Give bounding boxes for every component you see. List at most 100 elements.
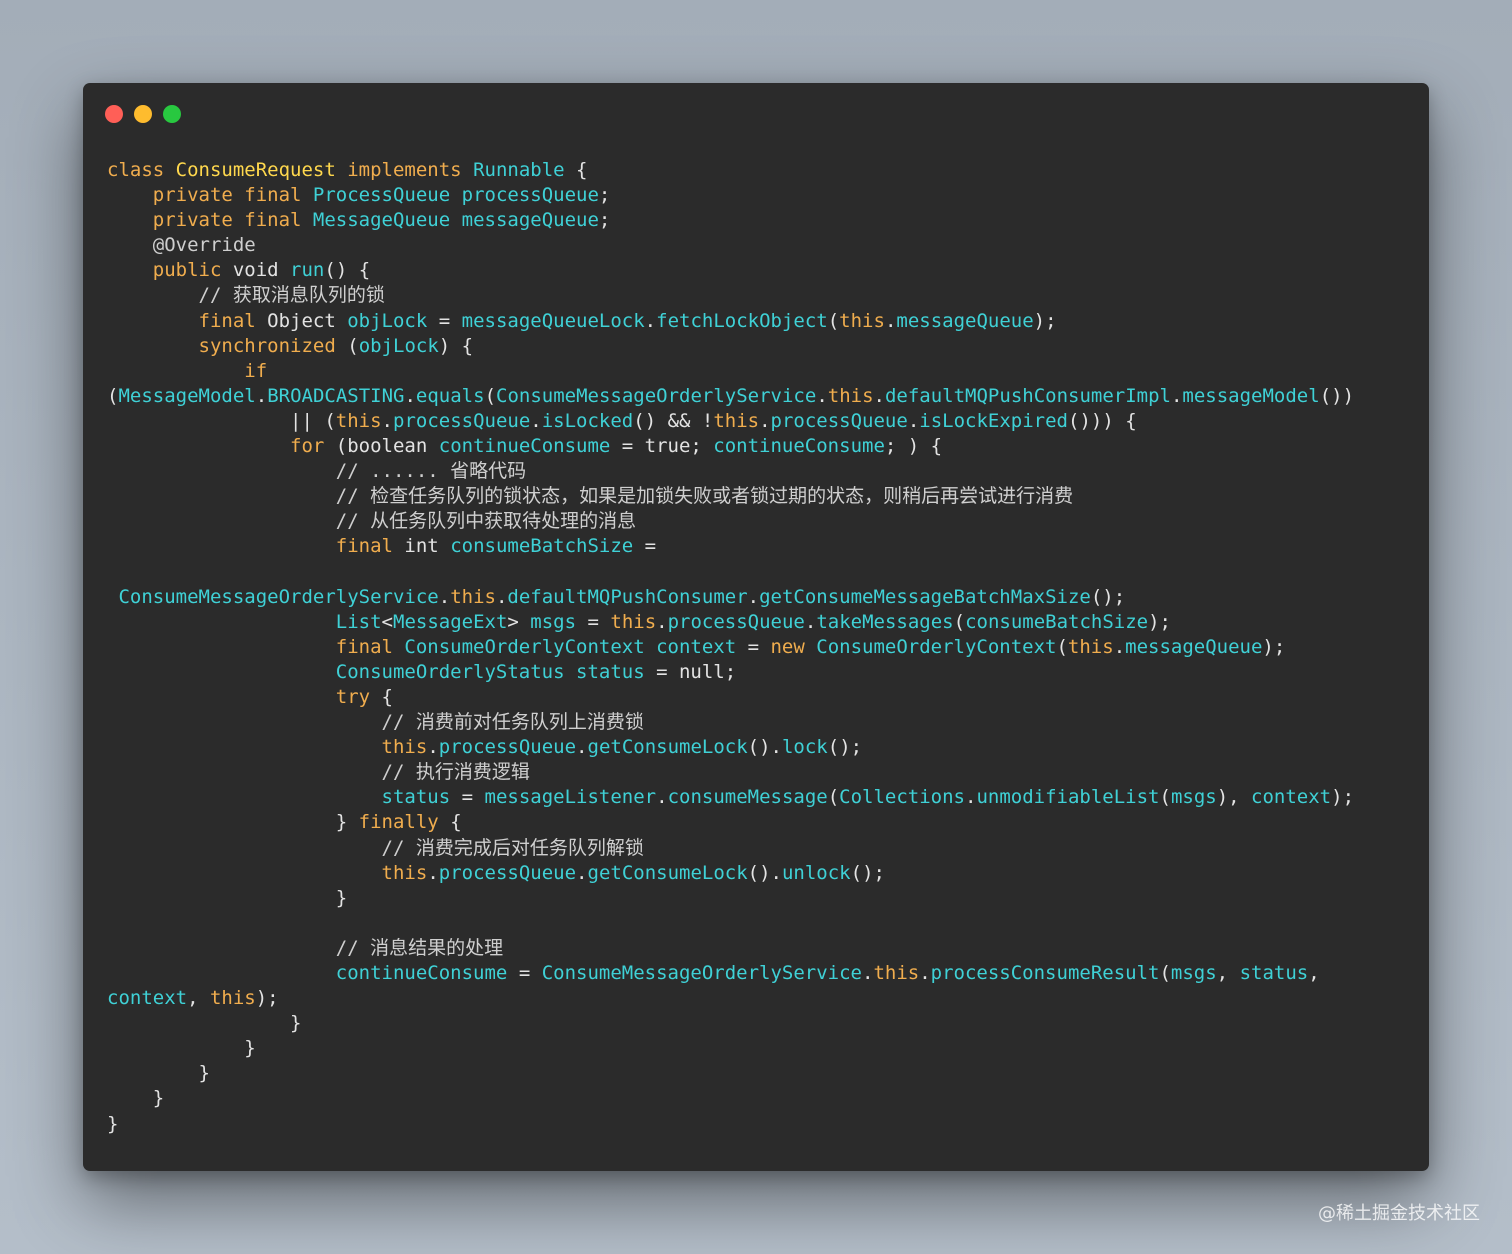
code-text: );: [1331, 786, 1355, 809]
code-line: ConsumeMessageOrderlyService.this.defaul…: [107, 585, 1417, 610]
code-identifier: unmodifiableList: [976, 786, 1160, 809]
code-identifier: defaultMQPushConsumer: [507, 585, 748, 608]
code-text: }: [107, 1012, 302, 1035]
code-line: public void run() {: [107, 258, 1417, 283]
code-text: .: [644, 309, 657, 332]
zoom-button[interactable]: [163, 105, 181, 123]
code-identifier: ProcessQueue processQueue: [312, 184, 599, 207]
code-line: || (this.processQueue.isLocked() && !thi…: [107, 409, 1417, 434]
code-line: ConsumeOrderlyStatus status = null;: [107, 660, 1417, 685]
code-line: private final MessageQueue messageQueue;: [107, 208, 1417, 233]
code-identifier: List: [335, 610, 382, 633]
code-text: =: [576, 610, 611, 633]
code-identifier: ConsumeMessageOrderlyService: [118, 585, 439, 608]
close-button[interactable]: [105, 105, 123, 123]
code-text: () && !: [633, 409, 714, 432]
code-text: .: [759, 409, 771, 432]
code-identifier: isLocked: [541, 409, 634, 432]
code-text: ();: [850, 861, 885, 884]
code-text: }: [107, 811, 359, 834]
code-line: }: [107, 1112, 1417, 1137]
code-line: // ...... 省略代码: [107, 459, 1417, 484]
code-identifier: Runnable: [473, 159, 565, 181]
code-text: .: [747, 585, 760, 608]
code-line: // 消费前对任务队列上消费锁: [107, 710, 1417, 735]
code-keyword: this: [873, 962, 920, 984]
code-line: (MessageModel.BROADCASTING.equals(Consum…: [107, 384, 1417, 409]
code-text: ().: [747, 861, 782, 884]
code-keyword: this: [839, 309, 885, 332]
code-text: ;: [598, 184, 611, 207]
code-text: .: [816, 384, 828, 407]
code-identifier: objLock: [358, 334, 439, 357]
code-identifier: context: [1251, 786, 1332, 809]
code-keyword: new: [770, 635, 817, 658]
code-text: (: [347, 334, 359, 357]
code-text: (boolean: [335, 435, 439, 458]
code-identifier: continueConsume: [713, 435, 885, 458]
code-line: context, this);: [107, 986, 1417, 1011]
code-comment: // 获取消息队列的锁: [107, 284, 385, 307]
code-text: (: [953, 610, 966, 633]
code-text: .: [404, 384, 416, 407]
code-block: class ConsumeRequest implements Runnable…: [107, 158, 1417, 1137]
code-comment: // 消息结果的处理: [107, 936, 504, 959]
minimize-button[interactable]: [134, 105, 152, 123]
code-line: List<MessageExt> msgs = this.processQueu…: [107, 610, 1417, 635]
code-text: .: [907, 409, 920, 432]
code-text: ,: [1308, 962, 1320, 984]
code-text: Object: [267, 309, 348, 332]
code-text: ) {: [438, 334, 474, 357]
code-line: }: [107, 1036, 1417, 1061]
code-identifier: run: [290, 259, 325, 282]
code-text: .: [576, 861, 588, 884]
code-text: (: [827, 309, 840, 332]
code-identifier: objLock: [347, 309, 428, 332]
code-text: .: [804, 610, 817, 633]
code-text: );: [1148, 610, 1171, 633]
code-comment: // 检查任务队列的锁状态，如果是加锁失败或者锁过期的状态，则稍后再尝试进行消费: [107, 485, 1074, 508]
code-line: final Object objLock = messageQueueLock.…: [107, 309, 1417, 334]
code-text: .: [884, 309, 897, 332]
code-identifier: context: [107, 987, 188, 1010]
code-identifier: Collections: [839, 786, 966, 809]
code-text: }: [107, 1112, 119, 1135]
code-text: .: [255, 384, 268, 407]
code-text: {: [370, 685, 393, 708]
code-identifier: messageQueue: [1125, 635, 1263, 658]
code-text: ())) {: [1068, 409, 1137, 432]
code-keyword: final: [198, 309, 268, 332]
code-line: } finally {: [107, 810, 1417, 835]
code-identifier: MessageExt: [393, 610, 508, 633]
code-identifier: getConsumeMessageBatchMaxSize: [759, 585, 1091, 608]
code-identifier: ConsumeOrderlyContext context: [404, 635, 737, 658]
watermark: @稀土掘金技术社区: [1318, 1203, 1480, 1224]
code-keyword: for: [290, 435, 336, 458]
code-text: =: [427, 309, 462, 332]
code-identifier: processQueue: [393, 409, 531, 432]
code-identifier: messageQueueLock: [461, 309, 645, 332]
code-identifier: BROADCASTING: [267, 384, 405, 407]
code-identifier: lock: [781, 736, 828, 759]
code-identifier: getConsumeLock: [587, 861, 748, 884]
code-keyword: this: [335, 409, 382, 432]
code-text: ;: [598, 209, 611, 232]
code-text: void: [232, 259, 291, 282]
code-text: ();: [1090, 585, 1126, 608]
code-comment: // 消费前对任务队列上消费锁: [107, 711, 644, 734]
code-text: = true;: [610, 435, 714, 458]
code-text: () {: [324, 259, 371, 282]
code-text: .: [656, 610, 668, 633]
code-text: }: [107, 1037, 256, 1060]
code-identifier: MessageModel: [118, 384, 256, 407]
code-line: try {: [107, 685, 1417, 710]
